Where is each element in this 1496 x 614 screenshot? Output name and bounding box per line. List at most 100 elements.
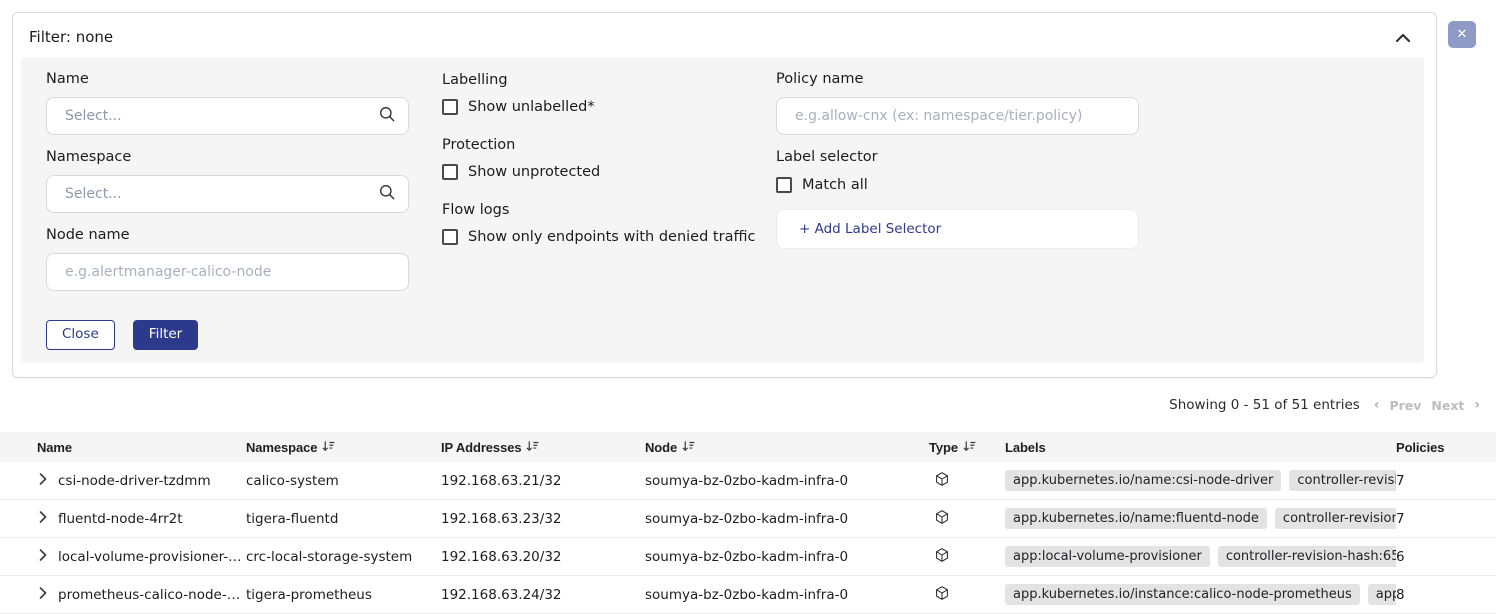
filter-panel-title: Filter: none [29, 28, 113, 46]
expand-row-button[interactable] [39, 511, 47, 526]
name-field-label: Name [46, 71, 89, 87]
protection-section-label: Protection [442, 137, 515, 153]
label-chip: controller-revision-hash:65… [1218, 546, 1396, 567]
policy-name-input-wrap [776, 97, 1139, 135]
pod-type-icon [934, 475, 950, 491]
endpoint-node: soumya-bz-0zbo-kadm-infra-0 [645, 587, 929, 603]
match-all-checkbox[interactable] [776, 177, 792, 193]
pod-type-icon [934, 589, 950, 605]
endpoint-name: local-volume-provisioner-… [58, 549, 246, 565]
label-chip: app.… [1368, 584, 1396, 605]
endpoint-name: fluentd-node-4rr2t [58, 511, 246, 527]
label-chip: controller-revisi… [1289, 470, 1396, 491]
pod-type-icon [934, 551, 950, 567]
denied-traffic-checkbox[interactable] [442, 229, 458, 245]
chevron-up-icon [1396, 30, 1410, 45]
endpoint-policies-count: 6 [1396, 549, 1496, 565]
col-header-node[interactable]: Node [645, 440, 677, 455]
endpoint-node: soumya-bz-0zbo-kadm-infra-0 [645, 473, 929, 489]
match-all-label: Match all [802, 177, 868, 193]
table-header-row: Name Namespace IP Addresses Node Type La… [0, 432, 1496, 462]
col-header-ip-addresses[interactable]: IP Addresses [441, 440, 521, 455]
endpoint-name: prometheus-calico-node-… [58, 587, 246, 603]
entries-summary: Showing 0 - 51 of 51 entries [1169, 397, 1360, 413]
node-name-field-label: Node name [46, 227, 130, 243]
endpoint-namespace: tigera-prometheus [246, 587, 441, 603]
denied-traffic-row: Show only endpoints with denied traffic [442, 229, 755, 245]
table-row: csi-node-driver-tzdmm calico-system 192.… [0, 462, 1496, 500]
endpoint-name: csi-node-driver-tzdmm [58, 473, 246, 489]
filter-button[interactable]: Filter [133, 320, 198, 350]
show-unprotected-checkbox[interactable] [442, 164, 458, 180]
collapse-panel-button[interactable] [1392, 29, 1414, 45]
name-select [46, 97, 409, 135]
endpoints-table: Name Namespace IP Addresses Node Type La… [0, 432, 1496, 614]
chevron-right-icon [39, 549, 47, 564]
label-chip: controller-revision-… [1275, 508, 1396, 529]
close-button[interactable]: Close [46, 320, 115, 350]
chevron-right-icon [39, 587, 47, 602]
sort-icon[interactable] [682, 440, 695, 455]
endpoint-namespace: crc-local-storage-system [246, 549, 441, 565]
show-unlabelled-row: Show unlabelled* [442, 99, 595, 115]
endpoint-policies-count: 7 [1396, 511, 1496, 527]
show-unprotected-label: Show unprotected [468, 164, 600, 180]
denied-traffic-label: Show only endpoints with denied traffic [468, 229, 755, 245]
table-row: local-volume-provisioner-… crc-local-sto… [0, 538, 1496, 576]
filter-form: Name Namespace Node name Close Filt [21, 57, 1424, 363]
endpoint-node: soumya-bz-0zbo-kadm-infra-0 [645, 511, 929, 527]
endpoint-ip: 192.168.63.23/32 [441, 511, 645, 527]
add-label-selector-button[interactable]: + Add Label Selector [776, 209, 1139, 249]
col-header-type[interactable]: Type [929, 440, 958, 455]
show-unlabelled-label: Show unlabelled* [468, 99, 595, 115]
prev-page-button[interactable]: Prev [1389, 398, 1421, 413]
node-name-input[interactable] [65, 264, 396, 280]
name-select-input[interactable] [65, 108, 378, 124]
show-unlabelled-checkbox[interactable] [442, 99, 458, 115]
col-header-labels[interactable]: Labels [1005, 440, 1046, 455]
sort-icon[interactable] [963, 440, 976, 455]
show-unprotected-row: Show unprotected [442, 164, 600, 180]
labelling-section-label: Labelling [442, 72, 508, 88]
pod-type-icon [934, 513, 950, 529]
endpoint-policies-count: 7 [1396, 473, 1496, 489]
namespace-select [46, 175, 409, 213]
endpoint-node: soumya-bz-0zbo-kadm-infra-0 [645, 549, 929, 565]
namespace-select-input[interactable] [65, 186, 378, 202]
node-name-input-wrap [46, 253, 409, 291]
policy-name-input[interactable] [795, 108, 1126, 124]
chevron-right-icon [39, 511, 47, 526]
table-row: prometheus-calico-node-… tigera-promethe… [0, 576, 1496, 614]
prev-chevron-icon[interactable]: ‹ [1374, 398, 1380, 412]
label-selector-section-label: Label selector [776, 149, 878, 165]
search-icon [378, 105, 396, 127]
filter-panel: Filter: none Name Namespace Node name [12, 12, 1437, 378]
match-all-row: Match all [776, 177, 868, 193]
namespace-field-label: Namespace [46, 149, 131, 165]
next-page-button[interactable]: Next [1431, 398, 1464, 413]
endpoint-policies-count: 8 [1396, 587, 1496, 603]
col-header-namespace[interactable]: Namespace [246, 440, 317, 455]
next-chevron-icon[interactable]: › [1474, 398, 1480, 412]
endpoint-ip: 192.168.63.20/32 [441, 549, 645, 565]
table-row: fluentd-node-4rr2t tigera-fluentd 192.16… [0, 500, 1496, 538]
col-header-policies[interactable]: Policies [1396, 440, 1444, 455]
label-chip: app:local-volume-provisioner [1005, 546, 1210, 567]
search-icon [378, 183, 396, 205]
expand-row-button[interactable] [39, 549, 47, 564]
endpoint-ip: 192.168.63.24/32 [441, 587, 645, 603]
expand-row-button[interactable] [39, 587, 47, 602]
expand-row-button[interactable] [39, 473, 47, 488]
close-panel-x-button[interactable]: ✕ [1448, 21, 1476, 48]
close-icon: ✕ [1457, 27, 1468, 42]
label-chip: app.kubernetes.io/instance:calico-node-p… [1005, 584, 1360, 605]
endpoint-ip: 192.168.63.21/32 [441, 473, 645, 489]
endpoint-namespace: tigera-fluentd [246, 511, 441, 527]
endpoint-namespace: calico-system [246, 473, 441, 489]
sort-icon[interactable] [322, 440, 335, 455]
chevron-right-icon [39, 473, 47, 488]
policy-name-field-label: Policy name [776, 71, 863, 87]
sort-icon[interactable] [526, 440, 539, 455]
label-chip: app.kubernetes.io/name:csi-node-driver [1005, 470, 1281, 491]
col-header-name[interactable]: Name [37, 440, 72, 455]
